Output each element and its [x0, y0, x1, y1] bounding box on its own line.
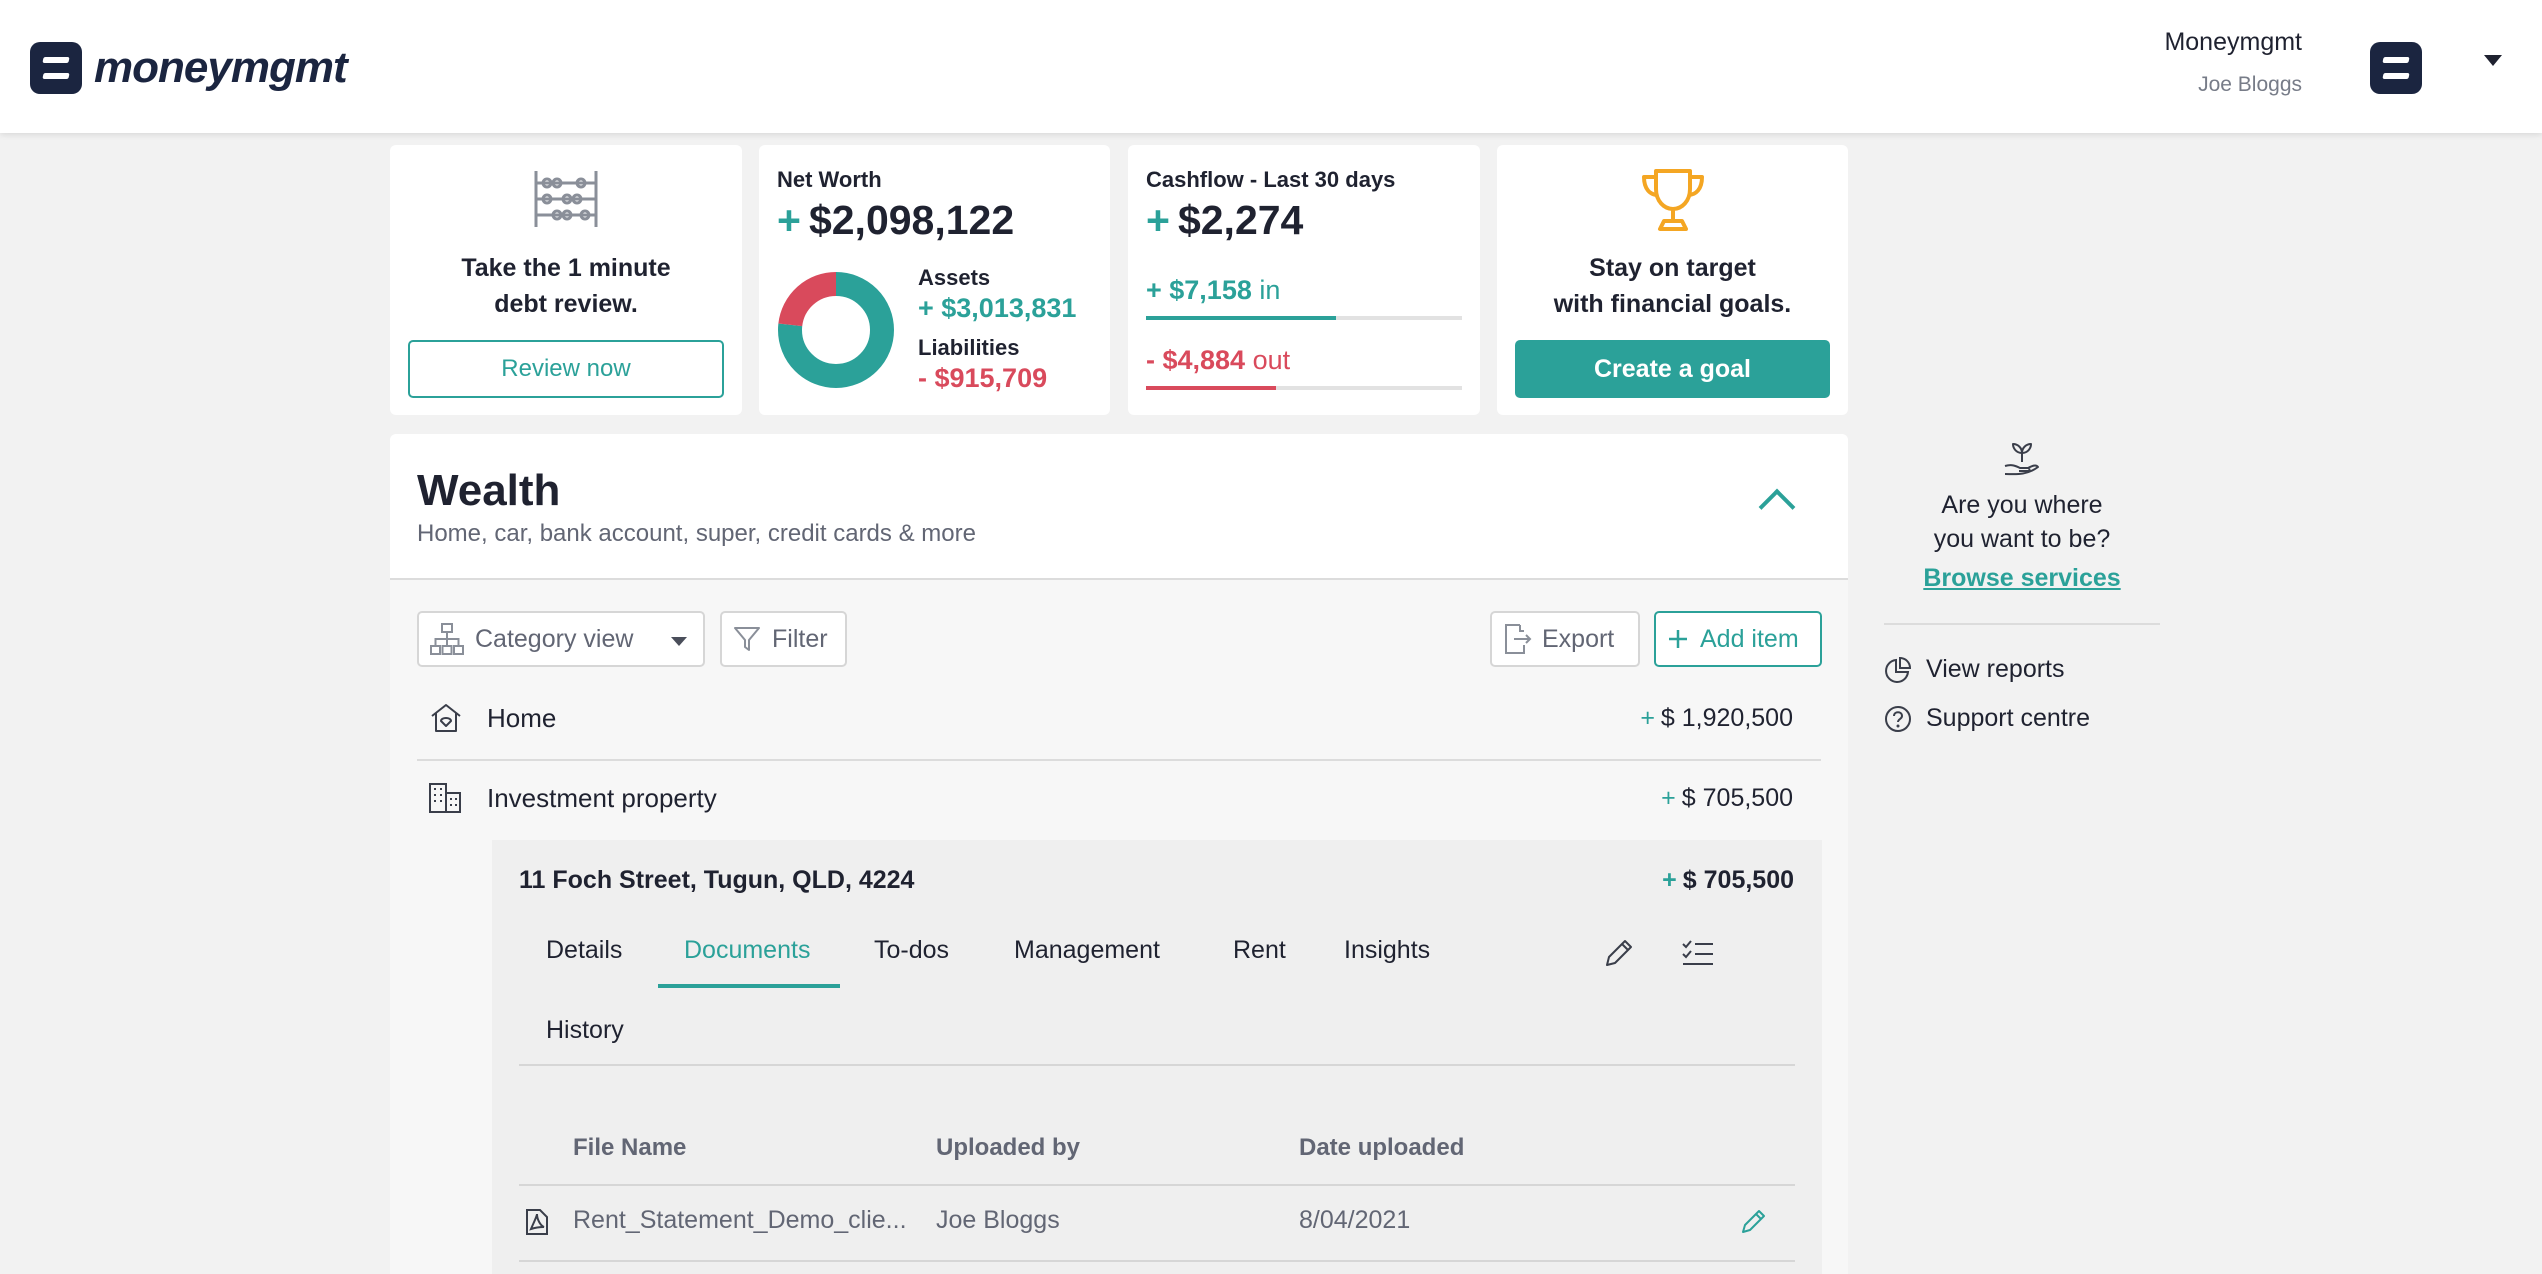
debt-review-line1: Take the 1 minute: [461, 254, 671, 282]
tab-documents[interactable]: Documents: [684, 936, 810, 965]
plus-icon: [1669, 630, 1687, 648]
filter-button[interactable]: Filter: [720, 611, 847, 667]
avatar[interactable]: [2370, 42, 2422, 94]
tab-to-dos[interactable]: To-dos: [874, 936, 949, 965]
property-value: + $ 705,500: [1662, 866, 1794, 894]
org-name: Moneymgmt: [2164, 28, 2302, 56]
row-value: + $ 705,500: [1661, 783, 1793, 812]
filter-icon: [734, 627, 760, 651]
view-reports-link[interactable]: View reports: [1884, 655, 2160, 684]
net-worth-value: + $2,098,122: [777, 197, 1015, 243]
add-item-label: Add item: [1700, 624, 1799, 653]
cashflow-out-bar: [1146, 386, 1276, 390]
debt-review-line2: debt review.: [494, 290, 638, 318]
category-view-label: Category view: [475, 624, 634, 653]
edit-icon[interactable]: [1739, 1206, 1769, 1236]
support-centre-link[interactable]: Support centre: [1884, 704, 2160, 733]
brand-logo-icon: [30, 42, 82, 94]
date-uploaded: 8/04/2021: [1299, 1206, 1411, 1234]
net-worth-donut: [778, 272, 894, 388]
property-detail: 11 Foch Street, Tugun, QLD, 4224 + $ 705,…: [492, 840, 1822, 1274]
cashflow-in-track: [1146, 316, 1462, 320]
chevron-down-icon: [671, 637, 687, 646]
help-icon: [1885, 705, 1911, 732]
liabilities-label: Liabilities: [918, 335, 1020, 360]
wealth-header[interactable]: Wealth Home, car, bank account, super, c…: [390, 434, 1848, 580]
list-item-home[interactable]: Home + $ 1,920,500: [417, 678, 1821, 758]
goal-card: Stay on target with financial goals. Cre…: [1497, 145, 1848, 415]
tabs-divider: [519, 1064, 1795, 1066]
tab-insights[interactable]: Insights: [1344, 936, 1430, 965]
tab-management[interactable]: Management: [1014, 936, 1160, 965]
building-icon: [429, 783, 461, 813]
assets-value: + $3,013,831: [918, 293, 1077, 323]
browse-services-link[interactable]: Browse services: [1884, 564, 2160, 593]
export-icon: [1505, 624, 1532, 654]
assets-label: Assets: [918, 265, 991, 290]
brand-logo[interactable]: moneymgmt: [30, 42, 348, 94]
checklist-icon[interactable]: [1680, 936, 1716, 970]
add-item-button[interactable]: Add item: [1654, 611, 1822, 667]
category-view-select[interactable]: Category view: [417, 611, 705, 667]
abacus-icon: [534, 171, 598, 227]
cashflow-out: - $4,884 out: [1146, 345, 1291, 375]
list-item-investment-property[interactable]: Investment property + $ 705,500: [417, 758, 1821, 838]
user-info: Moneymgmt Joe Bloggs: [2164, 28, 2302, 97]
create-goal-button[interactable]: Create a goal: [1515, 340, 1830, 398]
uploaded-by: Joe Bloggs: [936, 1206, 1060, 1234]
net-worth-label: Net Worth: [777, 167, 882, 192]
table-row[interactable]: Rent_Statement_Demo_clie... Joe Bloggs 8…: [519, 1186, 1795, 1260]
row-label: Home: [487, 702, 557, 733]
active-tab-indicator: [658, 984, 840, 988]
trophy-icon: [1642, 169, 1704, 231]
column-header-uploaded-by[interactable]: Uploaded by: [936, 1134, 1080, 1162]
wealth-subtitle: Home, car, bank account, super, credit c…: [417, 520, 976, 547]
tab-rent[interactable]: Rent: [1233, 936, 1286, 965]
right-sidebar: Are you where you want to be? Browse ser…: [1884, 440, 2160, 733]
goal-line1: Stay on target: [1589, 254, 1756, 282]
hierarchy-icon: [430, 623, 464, 655]
top-bar: moneymgmt Moneymgmt Joe Bloggs: [0, 0, 2542, 133]
row-label: Investment property: [487, 782, 717, 813]
property-address: 11 Foch Street, Tugun, QLD, 4224: [519, 866, 915, 894]
pencil-icon[interactable]: [1602, 936, 1636, 970]
cashflow-value: + $2,274: [1146, 197, 1304, 243]
export-label: Export: [1542, 624, 1615, 653]
home-icon: [431, 704, 461, 732]
pdf-file-icon: [526, 1209, 548, 1235]
wealth-panel: Wealth Home, car, bank account, super, c…: [390, 434, 1848, 1274]
cashflow-in: + $7,158 in: [1146, 275, 1281, 305]
row-value: + $ 1,920,500: [1640, 703, 1793, 732]
sidebar-divider: [1884, 623, 2160, 625]
export-button[interactable]: Export: [1490, 611, 1640, 667]
column-header-date-uploaded[interactable]: Date uploaded: [1299, 1134, 1464, 1162]
debt-review-card: Take the 1 minute debt review. Review no…: [390, 145, 742, 415]
tab-history[interactable]: History: [546, 1016, 624, 1045]
pie-chart-icon: [1885, 656, 1912, 683]
tab-details[interactable]: Details: [546, 936, 622, 965]
wealth-title: Wealth: [417, 466, 561, 515]
review-now-button[interactable]: Review now: [408, 340, 724, 398]
cashflow-in-bar: [1146, 316, 1336, 320]
table-divider: [519, 1260, 1795, 1262]
file-name[interactable]: Rent_Statement_Demo_clie...: [573, 1206, 907, 1235]
user-name: Joe Bloggs: [2198, 73, 2302, 96]
filter-label: Filter: [772, 624, 828, 653]
goal-line2: with financial goals.: [1553, 290, 1792, 318]
brand-name: moneymgmt: [94, 43, 348, 92]
liabilities-value: - $915,709: [918, 363, 1048, 393]
net-worth-card[interactable]: Net Worth + $2,098,122 Assets + $3,013,83…: [759, 145, 1110, 415]
column-header-file-name[interactable]: File Name: [573, 1134, 686, 1162]
sidebar-question: Are you where you want to be?: [1933, 491, 2111, 553]
chevron-down-icon[interactable]: [2484, 55, 2502, 66]
plant-hand-icon: [2004, 443, 2039, 476]
cashflow-card[interactable]: Cashflow - Last 30 days + $2,274 + $7,158…: [1128, 145, 1480, 415]
chevron-up-icon[interactable]: [1758, 488, 1796, 526]
cashflow-out-track: [1146, 386, 1462, 390]
cashflow-label: Cashflow - Last 30 days: [1146, 167, 1396, 192]
